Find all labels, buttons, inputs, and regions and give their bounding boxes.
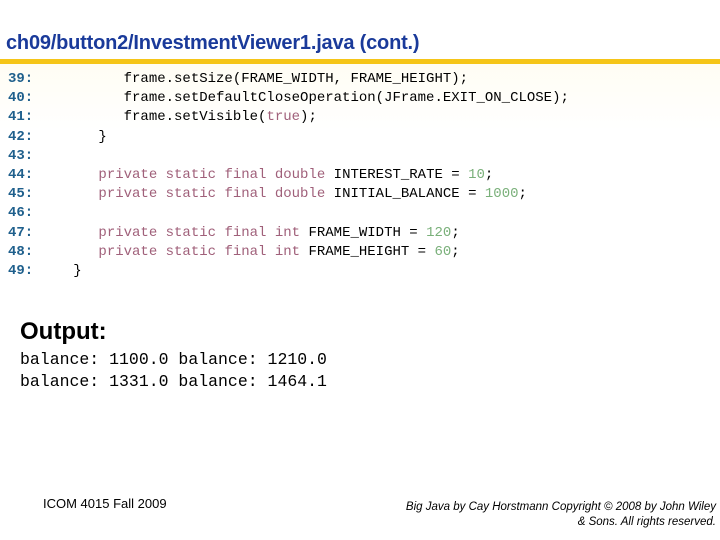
line-number: 42: bbox=[8, 128, 34, 145]
code-text: ; bbox=[451, 243, 460, 260]
line-number: 48: bbox=[8, 243, 34, 260]
footer-copyright-line: Big Java by Cay Horstmann Copyright © 20… bbox=[405, 501, 716, 513]
code-line: 42: } bbox=[8, 128, 569, 147]
code-line: 47: private static final int FRAME_WIDTH… bbox=[8, 224, 569, 243]
code-text: ; bbox=[484, 166, 494, 183]
code-text: ; bbox=[451, 224, 460, 241]
code-literal: 10 bbox=[468, 166, 485, 183]
code-line: 49: } bbox=[8, 262, 569, 281]
code-text: FRAME_WIDTH = bbox=[300, 224, 427, 241]
code-text: } bbox=[48, 262, 82, 279]
line-number: 43: bbox=[8, 147, 34, 164]
line-number: 40: bbox=[8, 90, 34, 107]
code-text: frame.setSize(FRAME_WIDTH, FRAME_HEIGHT)… bbox=[48, 71, 469, 87]
code-keyword: private static final int bbox=[98, 224, 301, 241]
code-line: 44: private static final double INTEREST… bbox=[8, 166, 569, 185]
code-keyword: private static final double bbox=[98, 166, 326, 183]
code-text: INTEREST_RATE = bbox=[325, 166, 469, 183]
code-text: ; bbox=[518, 186, 527, 203]
code-text: ); bbox=[300, 109, 317, 126]
footer-copyright-line: & Sons. All rights reserved. bbox=[577, 516, 716, 528]
program-output: balance: 1100.0 balance: 1210.0 balance:… bbox=[20, 349, 327, 393]
code-keyword: private static final double bbox=[98, 186, 326, 203]
code-line: 45: private static final double INITIAL_… bbox=[8, 185, 569, 204]
line-number: 47: bbox=[8, 224, 34, 241]
code-text: INITIAL_BALANCE = bbox=[325, 186, 485, 203]
line-number: 49: bbox=[8, 262, 34, 279]
code-line: 48: private static final int FRAME_HEIGH… bbox=[8, 243, 569, 262]
footer-copyright: Big Java by Cay Horstmann Copyright © 20… bbox=[376, 500, 716, 530]
code-line: 40: frame.setDefaultCloseOperation(JFram… bbox=[8, 89, 569, 108]
line-number: 39: bbox=[8, 71, 34, 87]
code-keyword: true bbox=[266, 109, 301, 126]
code-text: FRAME_HEIGHT = bbox=[300, 243, 435, 260]
output-line: balance: 1331.0 balance: 1464.1 bbox=[20, 372, 327, 391]
output-heading: Output: bbox=[20, 318, 107, 345]
code-text: } bbox=[48, 128, 107, 145]
line-number: 45: bbox=[8, 186, 34, 203]
code-listing: 39: frame.setSize(FRAME_WIDTH, FRAME_HEI… bbox=[8, 70, 569, 281]
code-line: 39: frame.setSize(FRAME_WIDTH, FRAME_HEI… bbox=[8, 70, 569, 89]
line-number: 44: bbox=[8, 166, 34, 183]
line-number: 41: bbox=[8, 109, 34, 126]
code-line: 41: frame.setVisible(true); bbox=[8, 108, 569, 127]
output-line: balance: 1100.0 balance: 1210.0 bbox=[20, 350, 327, 369]
code-text: frame.setVisible( bbox=[48, 109, 267, 126]
code-line: 46: bbox=[8, 204, 569, 223]
code-keyword: private static final int bbox=[98, 243, 301, 260]
code-literal: 1000 bbox=[484, 186, 519, 203]
code-line: 43: bbox=[8, 147, 569, 166]
code-text: frame.setDefaultCloseOperation(JFrame.EX… bbox=[48, 90, 569, 107]
footer-course-label: ICOM 4015 Fall 2009 bbox=[43, 496, 167, 511]
code-literal: 120 bbox=[426, 224, 452, 241]
code-literal: 60 bbox=[434, 243, 452, 260]
line-number: 46: bbox=[8, 205, 34, 222]
slide-title: ch09/button2/InvestmentViewer1.java (con… bbox=[6, 32, 420, 54]
